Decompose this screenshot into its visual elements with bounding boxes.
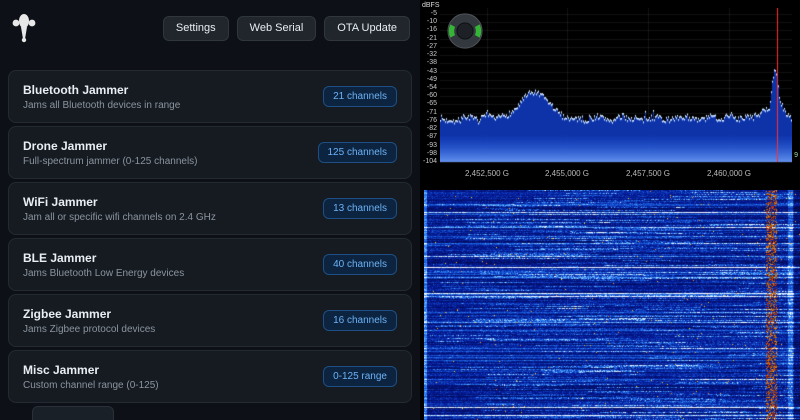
app-logo-icon: [12, 14, 36, 43]
channels-badge: 125 channels: [317, 142, 397, 163]
y-axis-tick: -5: [430, 10, 437, 17]
y-axis-tick: -104: [422, 157, 437, 165]
card-description: Custom channel range (0-125): [23, 379, 159, 391]
jammer-card-wifi[interactable]: WiFi Jammer Jam all or specific wifi cha…: [8, 182, 412, 235]
channels-badge: 21 channels: [323, 86, 397, 107]
y-axis-tick: -10: [426, 18, 437, 26]
y-axis-tick: -82: [426, 125, 437, 133]
x-axis-tick: 2,452,500 G: [464, 169, 510, 178]
channels-badge: 0-125 range: [323, 366, 397, 387]
gain-knob[interactable]: [446, 12, 484, 50]
channels-badge: 16 channels: [323, 310, 397, 331]
card-title: Bluetooth Jammer: [23, 82, 129, 97]
y-axis-tick: -49: [426, 75, 437, 83]
x-axis-tick: 2,460,000 G: [706, 169, 752, 178]
card-title: BLE Jammer: [23, 250, 97, 265]
web-serial-button[interactable]: Web Serial: [236, 15, 317, 41]
sdr-display: dBFS 2,452,500 G 2,455,000 G 2,457,500 G…: [420, 0, 800, 420]
app-window: Settings Web Serial OTA Update Bluetooth…: [0, 0, 800, 420]
card-description: Jams Zigbee protocol devices: [23, 323, 156, 335]
jammer-card-ble[interactable]: BLE Jammer Jams Bluetooth Low Energy dev…: [8, 238, 412, 291]
x-axis-tick: 2,455,000 G: [544, 169, 590, 178]
card-text: Misc Jammer Custom channel range (0-125): [23, 363, 323, 391]
card-text: WiFi Jammer Jam all or specific wifi cha…: [23, 195, 323, 223]
card-title: Drone Jammer: [23, 138, 108, 153]
jammer-list: Bluetooth Jammer Jams all Bluetooth devi…: [0, 50, 420, 420]
x-axis-tick: 2,457,500 G: [625, 169, 671, 178]
channels-badge: 13 channels: [323, 198, 397, 219]
card-text: Zigbee Jammer Jams Zigbee protocol devic…: [23, 307, 323, 335]
card-text: BLE Jammer Jams Bluetooth Low Energy dev…: [23, 251, 323, 279]
jammer-card-zigbee[interactable]: Zigbee Jammer Jams Zigbee protocol devic…: [8, 294, 412, 347]
y-axis-tick: -87: [426, 133, 437, 141]
settings-button[interactable]: Settings: [162, 15, 229, 41]
card-description: Jams all Bluetooth devices in range: [23, 99, 181, 111]
y-axis-tick: -76: [426, 116, 437, 124]
card-description: Full-spectrum jammer (0-125 channels): [23, 155, 198, 167]
jammer-card-misc[interactable]: Misc Jammer Custom channel range (0-125)…: [8, 350, 412, 403]
y-axis-tick: -27: [426, 42, 437, 50]
card-description: Jam all or specific wifi channels on 2.4…: [23, 211, 216, 223]
y-axis-tick: -32: [426, 51, 437, 59]
card-title: Misc Jammer: [23, 362, 100, 377]
y-axis-tick: -43: [426, 67, 437, 75]
y-axis-tick: -65: [426, 100, 437, 108]
y-axis-tick: -16: [426, 26, 437, 34]
partial-next-card[interactable]: [32, 406, 114, 420]
y-axis-tick: -98: [426, 149, 437, 157]
jammer-card-bluetooth[interactable]: Bluetooth Jammer Jams all Bluetooth devi…: [8, 70, 412, 123]
y-axis-tick: -71: [426, 108, 437, 116]
spectrum-analyzer-canvas[interactable]: [440, 8, 792, 164]
jammer-card-drone[interactable]: Drone Jammer Full-spectrum jammer (0-125…: [8, 126, 412, 179]
y-axis-tick: -38: [426, 59, 437, 67]
control-panel: Settings Web Serial OTA Update Bluetooth…: [0, 0, 420, 420]
waterfall-canvas[interactable]: [424, 190, 800, 420]
card-title: Zigbee Jammer: [23, 306, 112, 321]
y-axis-tick: -21: [426, 34, 437, 42]
ota-update-button[interactable]: OTA Update: [324, 15, 410, 41]
y-axis-unit-label: dBFS: [422, 2, 440, 9]
card-text: Bluetooth Jammer Jams all Bluetooth devi…: [23, 83, 323, 111]
card-text: Drone Jammer Full-spectrum jammer (0-125…: [23, 139, 318, 167]
y-axis-tick: -60: [426, 92, 437, 100]
right-axis-tick: 9: [794, 152, 798, 159]
topbar: Settings Web Serial OTA Update: [0, 0, 420, 50]
y-axis-tick: -93: [426, 141, 437, 149]
card-title: WiFi Jammer: [23, 194, 98, 209]
channels-badge: 40 channels: [323, 254, 397, 275]
y-axis-tick: -54: [426, 83, 437, 91]
card-description: Jams Bluetooth Low Energy devices: [23, 267, 185, 279]
